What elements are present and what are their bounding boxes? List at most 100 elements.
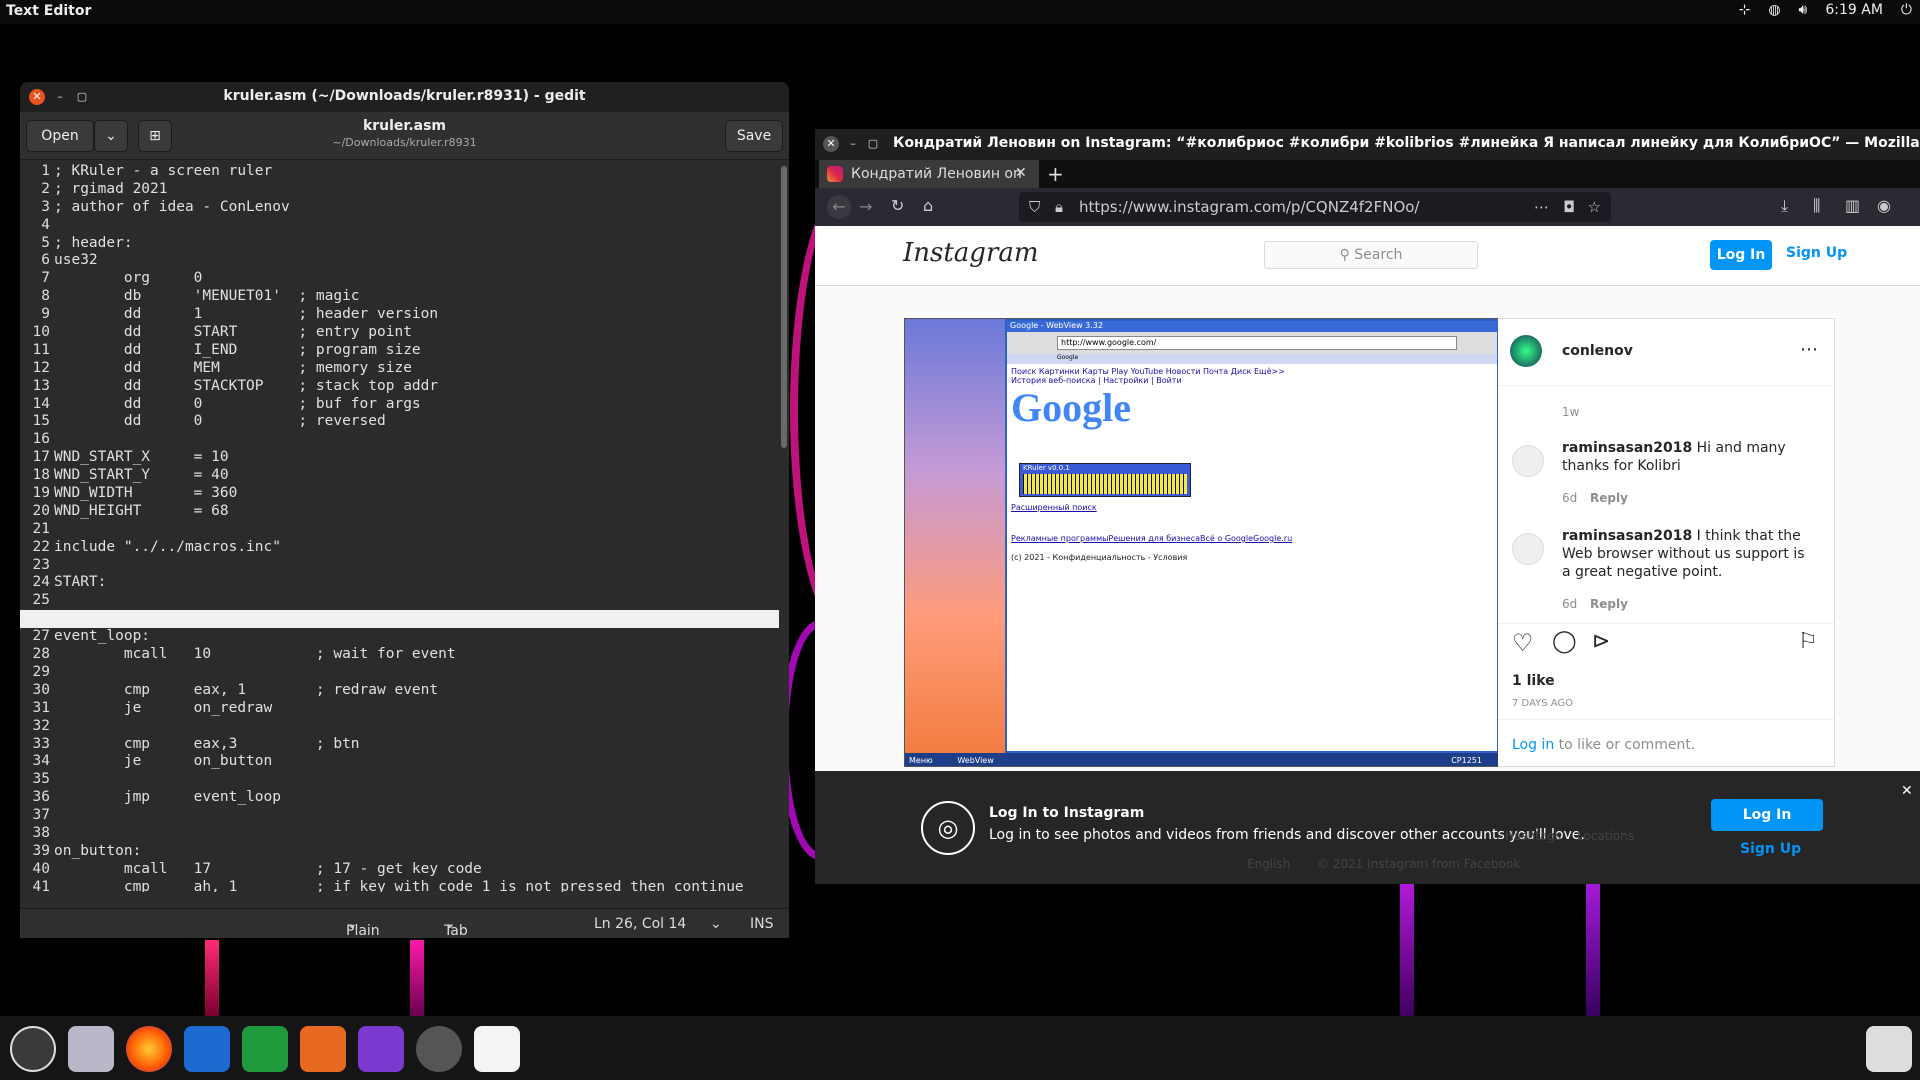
code-line[interactable]: 30 cmp eax, 1 ; redraw event [20, 682, 779, 700]
trash-icon[interactable] [1866, 1026, 1912, 1072]
account-icon[interactable]: ◉ [1877, 196, 1891, 215]
code-line[interactable]: 41 cmp ah, 1 ; if key with code 1 is not… [20, 879, 779, 892]
code-line[interactable]: 31 je on_redraw [20, 700, 779, 718]
more-options-icon[interactable]: ⋯ [1800, 339, 1818, 360]
like-icon[interactable]: ♡ [1512, 629, 1534, 657]
forward-icon[interactable]: → [859, 197, 872, 216]
code-line[interactable]: 37 [20, 807, 779, 825]
code-line[interactable]: 26; event_loop: [20, 610, 779, 629]
save-post-icon[interactable]: ⚐ [1798, 629, 1818, 654]
close-tab-icon[interactable]: ✕ [1015, 165, 1027, 181]
close-icon[interactable]: ✕ [1901, 783, 1913, 799]
cursor-position[interactable]: Ln 26, Col 14 [594, 916, 686, 932]
settings-gear-icon[interactable] [416, 1026, 462, 1072]
tab-instagram[interactable]: Кондратий Леновин on [819, 160, 1039, 188]
comment-avatar[interactable] [1512, 445, 1544, 477]
login-prompt-link[interactable]: Log in [1512, 737, 1554, 753]
share-icon[interactable]: ⊳ [1592, 629, 1610, 654]
code-line[interactable]: 25 [20, 592, 779, 610]
software-center-icon[interactable] [358, 1026, 404, 1072]
firefox-icon[interactable] [126, 1026, 172, 1072]
code-line[interactable]: 7 org 0 [20, 270, 779, 288]
download-icon[interactable]: ⤓ [1781, 196, 1788, 216]
firefox-titlebar[interactable]: ✕ – ▢ Кондратий Леновин on Instagram: “#… [815, 129, 1920, 160]
likes-count[interactable]: 1 like [1512, 673, 1555, 689]
comment-avatar[interactable] [1512, 533, 1544, 565]
language-selector[interactable]: Plain Text ⌄ [346, 916, 380, 938]
system-settings-launcher-icon[interactable] [10, 1026, 56, 1072]
code-line[interactable]: 12 dd MEM ; memory size [20, 360, 779, 378]
code-line[interactable]: 19 WND_WIDTH = 360 [20, 485, 779, 503]
code-line[interactable]: 21 [20, 521, 779, 539]
comment-user[interactable]: raminsasan2018 [1562, 440, 1692, 456]
code-line[interactable]: 9 dd 1 ; header version [20, 306, 779, 324]
code-line[interactable]: 24 START: [20, 574, 779, 592]
writer-icon[interactable] [184, 1026, 230, 1072]
footer-locations[interactable]: Locations [1577, 829, 1634, 843]
reply-button[interactable]: Reply [1590, 491, 1628, 505]
comment-icon[interactable]: ◯ [1552, 629, 1577, 654]
code-line[interactable]: 39 on_button: [20, 843, 779, 861]
code-line[interactable]: 1; KRuler - a screen ruler [20, 163, 779, 181]
pocket-icon[interactable]: ◘ [1563, 192, 1575, 222]
sidebar-icon[interactable]: ▥ [1845, 196, 1860, 215]
header-login-button[interactable]: Log In [1710, 240, 1772, 270]
gedit-titlebar[interactable]: ✕ – ▢ kruler.asm (~/Downloads/kruler.r89… [20, 82, 789, 112]
code-line[interactable]: 3; author of idea - ConLenov [20, 199, 779, 217]
minimize-icon[interactable]: – [845, 136, 861, 152]
editor-scrollbar[interactable] [781, 166, 787, 448]
page-actions-icon[interactable]: ⋯ [1534, 192, 1549, 222]
code-line[interactable]: 38 [20, 825, 779, 843]
code-line[interactable]: 40 mcall 17 ; 17 - get key code [20, 861, 779, 879]
reply-button[interactable]: Reply [1590, 597, 1628, 611]
header-signup-link[interactable]: Sign Up [1786, 245, 1847, 261]
close-icon[interactable]: ✕ [823, 136, 839, 152]
power-icon[interactable]: ⏻ [1901, 2, 1912, 18]
home-icon[interactable]: ⌂ [923, 196, 933, 215]
code-line[interactable]: 32 [20, 718, 779, 736]
screenshot-app-icon[interactable] [68, 1026, 114, 1072]
code-line[interactable]: 14 dd 0 ; buf for args [20, 396, 779, 414]
url-bar[interactable]: ⛉ 🔒︎ https://www.instagram.com/p/CQNZ4f2… [1019, 192, 1611, 222]
banner-signup-link[interactable]: Sign Up [1740, 841, 1801, 857]
volume-icon[interactable]: 🔊︎ [1799, 2, 1808, 18]
code-line[interactable]: 33 cmp eax,3 ; btn [20, 736, 779, 754]
code-line[interactable]: 28 mcall 10 ; wait for event [20, 646, 779, 664]
footer-hashtags[interactable]: Hashtags [1505, 829, 1561, 843]
code-line[interactable]: 35 [20, 771, 779, 789]
author-name[interactable]: conlenov [1562, 343, 1633, 359]
code-line[interactable]: 18 WND_START_Y = 40 [20, 467, 779, 485]
back-icon[interactable]: ← [827, 195, 851, 219]
code-line[interactable]: 16 [20, 431, 779, 449]
code-line[interactable]: 5; header: [20, 235, 779, 253]
code-line[interactable]: 10 dd START ; entry point [20, 324, 779, 342]
banner-login-button[interactable]: Log In [1711, 799, 1823, 831]
code-line[interactable]: 20 WND_HEIGHT = 68 [20, 503, 779, 521]
code-line[interactable]: 27 event_loop: [20, 628, 779, 646]
save-button[interactable]: Save [725, 120, 783, 152]
text-editor-icon[interactable] [474, 1026, 520, 1072]
reload-icon[interactable]: ↻ [891, 196, 904, 215]
tab-width-selector[interactable]: Tab Width: 8 ⌄ [444, 916, 468, 938]
active-app-name[interactable]: Text Editor [6, 3, 91, 19]
code-line[interactable]: 11 dd I_END ; program size [20, 342, 779, 360]
instagram-logo[interactable]: Instagram [903, 238, 1039, 268]
new-tab-icon[interactable]: + [1047, 162, 1064, 186]
globe-icon[interactable]: ◍ [1768, 2, 1780, 18]
footer-language[interactable]: English [1247, 857, 1290, 871]
code-line[interactable]: 17 WND_START_X = 10 [20, 449, 779, 467]
code-line[interactable]: 15 dd 0 ; reversed [20, 413, 779, 431]
bookmark-star-icon[interactable]: ☆ [1588, 192, 1601, 222]
chevron-down-icon[interactable]: ⌄ [710, 916, 722, 932]
shield-icon[interactable]: ⛉ [1029, 192, 1040, 222]
code-line[interactable]: 6 use32 [20, 252, 779, 270]
network-icon[interactable]: ⊹ [1739, 2, 1751, 18]
code-line[interactable]: 34 je on_button [20, 753, 779, 771]
author-avatar[interactable] [1510, 335, 1542, 367]
code-line[interactable]: 36 jmp event_loop [20, 789, 779, 807]
impress-icon[interactable] [300, 1026, 346, 1072]
maximize-icon[interactable]: ▢ [865, 136, 881, 152]
code-line[interactable]: 4 [20, 217, 779, 235]
system-tray[interactable]: ⊹ ◍ 🔊︎ 6:19 AM ⏻ [1739, 2, 1912, 18]
code-line[interactable]: 29 [20, 664, 779, 682]
